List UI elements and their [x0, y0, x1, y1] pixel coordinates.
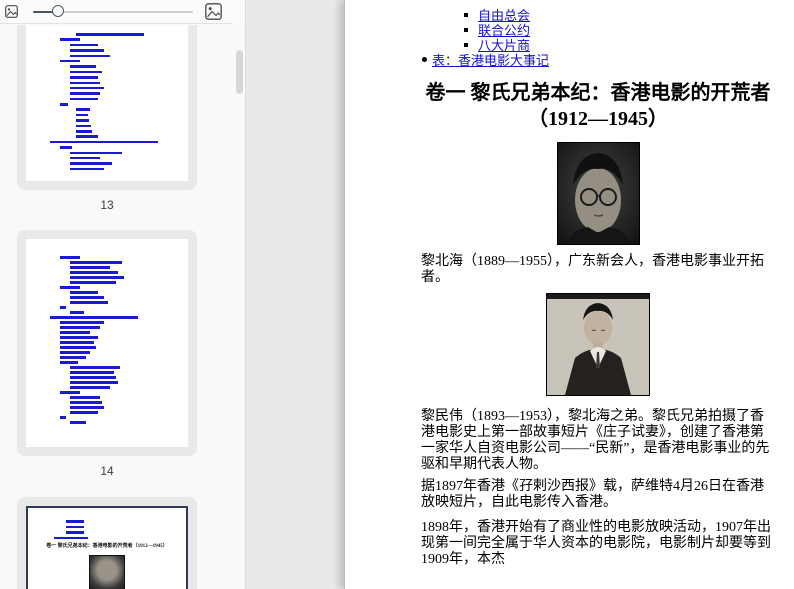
paragraph-1897: 据1897年香港《孖剌沙西报》载，萨维特4月26日在香港放映短片，自此电影传入香… — [421, 479, 764, 510]
small-image-icon[interactable] — [5, 5, 18, 18]
thumbnail-toc-links — [26, 239, 188, 424]
thumbnail-page-15-selected[interactable]: 卷一 黎氏兄弟本纪：香港电影的开荒者（1912—1945） — [17, 497, 197, 589]
thumbnail-page-14-preview — [26, 239, 188, 447]
thumbnail-page-13[interactable] — [17, 25, 197, 190]
ebook-reader-window: 13 14 卷一 黎氏兄弟本纪：香港电影的开荒者（1912—1945） 自由总会… — [0, 0, 794, 589]
thumbnail-page-14[interactable] — [17, 230, 197, 456]
caption-li-beihai: 黎北海（1889—1955），广东新会人，香港电影事业开拓者。 — [421, 254, 764, 285]
paragraph-li-minwei: 黎民伟（1893—1953），黎北海之弟。黎氏兄弟拍摄了香港电影史上第一部故事短… — [421, 409, 770, 472]
thumbnail-size-slider[interactable] — [33, 5, 193, 17]
thumbnail-page-15-preview: 卷一 黎氏兄弟本纪：香港电影的开荒者（1912—1945） — [26, 506, 188, 589]
thumbnail-sidebar: 13 14 卷一 黎氏兄弟本纪：香港电影的开荒者（1912—1945） — [0, 0, 246, 589]
sidebar-scrollbar-thumb[interactable] — [236, 50, 243, 94]
portrait-photo-li-minwei — [546, 293, 650, 396]
thumbnail-size-toolbar — [0, 0, 245, 24]
thumbnail-list: 13 14 卷一 黎氏兄弟本纪：香港电影的开荒者（1912—1945） — [0, 25, 244, 589]
disc-bullet-icon — [422, 57, 427, 62]
square-bullet-icon — [464, 42, 468, 47]
document-viewer: 自由总会 联合公约 八大片商 表：香港电影大事记 卷一 黎氏兄弟本纪：香港电影的… — [246, 0, 794, 589]
square-bullet-icon — [464, 12, 468, 17]
thumbnail-toc-links — [26, 25, 188, 171]
toc-link-list: 自由总会 联合公约 八大片商 表：香港电影大事记 — [421, 0, 775, 69]
large-image-icon[interactable] — [205, 3, 222, 20]
document-page: 自由总会 联合公约 八大片商 表：香港电影大事记 卷一 黎氏兄弟本纪：香港电影的… — [344, 0, 794, 589]
toc-item: 自由总会 — [421, 7, 775, 23]
portrait-photo-li-beihai — [556, 142, 640, 245]
toc-link-dashiji-table[interactable]: 表：香港电影大事记 — [432, 50, 549, 69]
thumbnail-chapter-title: 卷一 黎氏兄弟本纪：香港电影的开荒者（1912—1945） — [46, 544, 168, 549]
toc-item: 联合公约 — [421, 22, 775, 38]
chapter-title: 卷一 黎氏兄弟本纪：香港电影的开荒者（1912—1945） — [425, 82, 771, 130]
paragraph-1898: 1898年，香港开始有了商业性的电影放映活动，1907年出现第一间完全属于华人资… — [421, 520, 771, 567]
thumbnail-portrait-image — [89, 555, 125, 589]
square-bullet-icon — [464, 27, 468, 32]
page-number-label: 13 — [100, 198, 114, 212]
slider-handle[interactable] — [52, 5, 64, 17]
thumbnail-toc-links — [28, 508, 186, 539]
toc-item: 表：香港电影大事记 — [421, 50, 775, 69]
page-content: 自由总会 联合公约 八大片商 表：香港电影大事记 卷一 黎氏兄弟本纪：香港电影的… — [421, 0, 775, 568]
thumbnail-page-13-preview — [26, 25, 188, 181]
page-number-label: 14 — [100, 464, 114, 478]
